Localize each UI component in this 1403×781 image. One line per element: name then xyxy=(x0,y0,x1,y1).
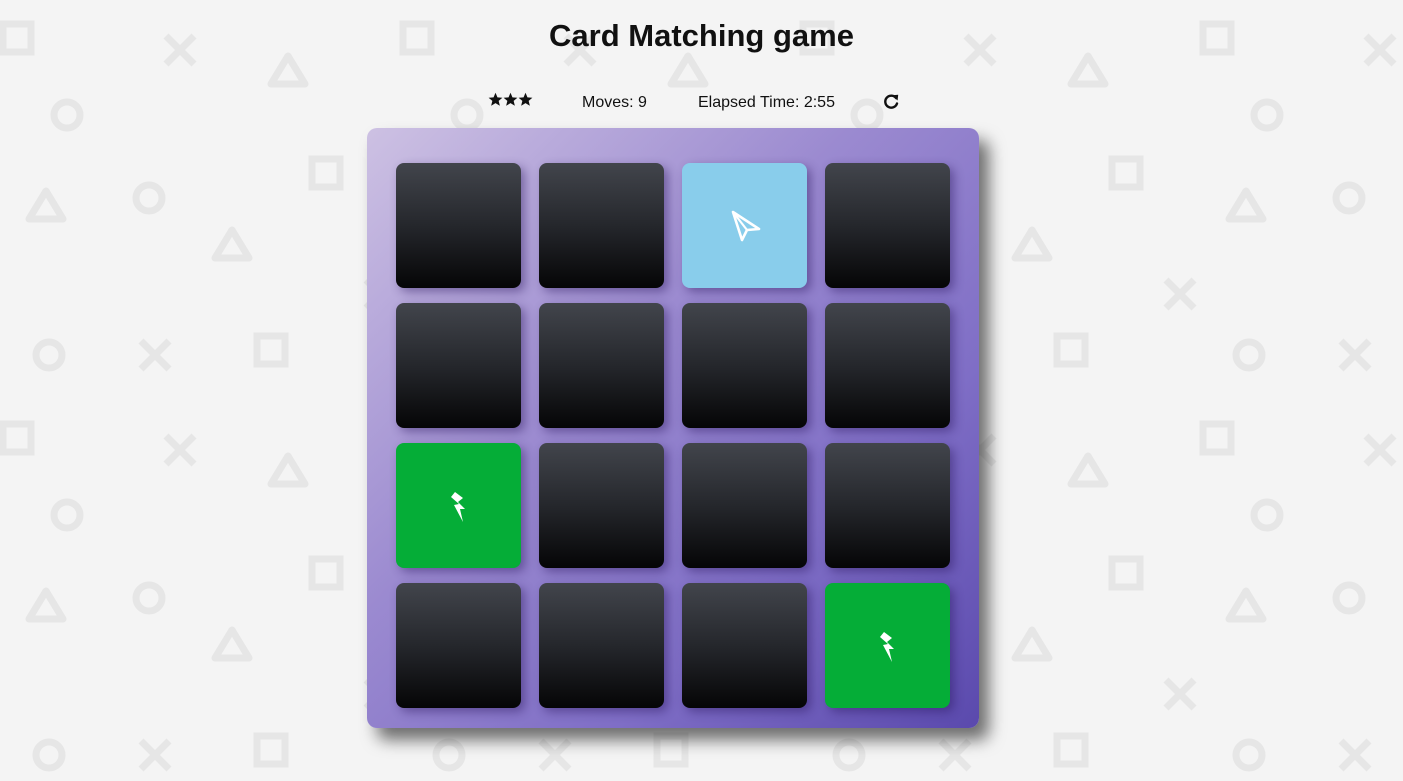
card-closed[interactable] xyxy=(682,303,807,428)
bg-cross-shape xyxy=(538,738,572,772)
bg-triangle-shape xyxy=(1225,187,1267,223)
bg-circle-shape xyxy=(50,98,84,132)
card-closed[interactable] xyxy=(539,303,664,428)
bg-circle-shape xyxy=(832,738,866,772)
card-closed[interactable] xyxy=(825,163,950,288)
bg-square-shape xyxy=(1108,155,1144,191)
bg-triangle-shape xyxy=(211,626,253,662)
page-title: Card Matching game xyxy=(549,18,854,53)
bg-triangle-shape xyxy=(1067,452,1109,488)
bg-triangle-shape xyxy=(211,226,253,262)
card-closed[interactable] xyxy=(682,443,807,568)
bg-circle-shape xyxy=(1332,581,1366,615)
card-deck xyxy=(367,128,979,728)
bg-circle-shape xyxy=(32,738,66,772)
card-closed[interactable] xyxy=(539,163,664,288)
bg-triangle-shape xyxy=(25,187,67,223)
bg-square-shape xyxy=(1199,420,1235,456)
star-icon xyxy=(503,92,518,106)
restart-button[interactable] xyxy=(882,93,900,111)
card-closed[interactable] xyxy=(825,443,950,568)
bg-circle-shape xyxy=(1332,181,1366,215)
bg-circle-shape xyxy=(1232,338,1266,372)
bg-circle-shape xyxy=(132,181,166,215)
bg-square-shape xyxy=(253,732,289,768)
bg-square-shape xyxy=(1053,332,1089,368)
bg-circle-shape xyxy=(50,498,84,532)
bg-triangle-shape xyxy=(25,587,67,623)
moves-counter: Moves: 9 xyxy=(582,94,647,111)
bg-circle-shape xyxy=(132,581,166,615)
card-closed[interactable] xyxy=(539,443,664,568)
bg-square-shape xyxy=(308,555,344,591)
bg-cross-shape xyxy=(1163,277,1197,311)
bg-circle-shape xyxy=(432,738,466,772)
bg-cross-shape xyxy=(138,738,172,772)
star-rating xyxy=(488,92,533,107)
bg-cross-shape xyxy=(1338,338,1372,372)
card-closed[interactable] xyxy=(396,583,521,708)
bg-triangle-shape xyxy=(1225,587,1267,623)
bg-square-shape xyxy=(308,155,344,191)
bg-square-shape xyxy=(0,420,35,456)
star-icon xyxy=(518,92,533,106)
paper-plane-icon xyxy=(731,210,760,241)
bg-square-shape xyxy=(653,732,689,768)
card-closed[interactable] xyxy=(825,303,950,428)
bg-square-shape xyxy=(253,332,289,368)
redo-icon xyxy=(884,94,899,109)
card-closed[interactable] xyxy=(682,583,807,708)
bg-triangle-shape xyxy=(1011,626,1053,662)
bg-cross-shape xyxy=(1163,677,1197,711)
bg-triangle-shape xyxy=(667,52,709,88)
bg-circle-shape xyxy=(32,338,66,372)
bg-cross-shape xyxy=(138,338,172,372)
bg-triangle-shape xyxy=(267,52,309,88)
bolt-icon xyxy=(879,631,894,662)
elapsed-timer: Elapsed Time: 2:55 xyxy=(698,94,835,111)
bg-cross-shape xyxy=(938,738,972,772)
bg-cross-shape xyxy=(163,433,197,467)
bg-triangle-shape xyxy=(267,452,309,488)
bg-cross-shape xyxy=(1363,433,1397,467)
bg-circle-shape xyxy=(1232,738,1266,772)
bg-square-shape xyxy=(1108,555,1144,591)
bg-circle-shape xyxy=(1250,498,1284,532)
card-closed[interactable] xyxy=(396,303,521,428)
card-closed[interactable] xyxy=(396,163,521,288)
card-match[interactable] xyxy=(825,583,950,708)
star-icon xyxy=(488,92,503,106)
bolt-icon xyxy=(450,491,465,522)
score-panel: Moves: 9 Elapsed Time: 2:55 xyxy=(488,92,908,114)
bg-triangle-shape xyxy=(1067,52,1109,88)
bg-cross-shape xyxy=(1338,738,1372,772)
card-closed[interactable] xyxy=(539,583,664,708)
bg-circle-shape xyxy=(1250,98,1284,132)
card-open[interactable] xyxy=(682,163,807,288)
card-match[interactable] xyxy=(396,443,521,568)
bg-circle-shape xyxy=(450,98,484,132)
bg-square-shape xyxy=(1053,732,1089,768)
bg-triangle-shape xyxy=(1011,226,1053,262)
